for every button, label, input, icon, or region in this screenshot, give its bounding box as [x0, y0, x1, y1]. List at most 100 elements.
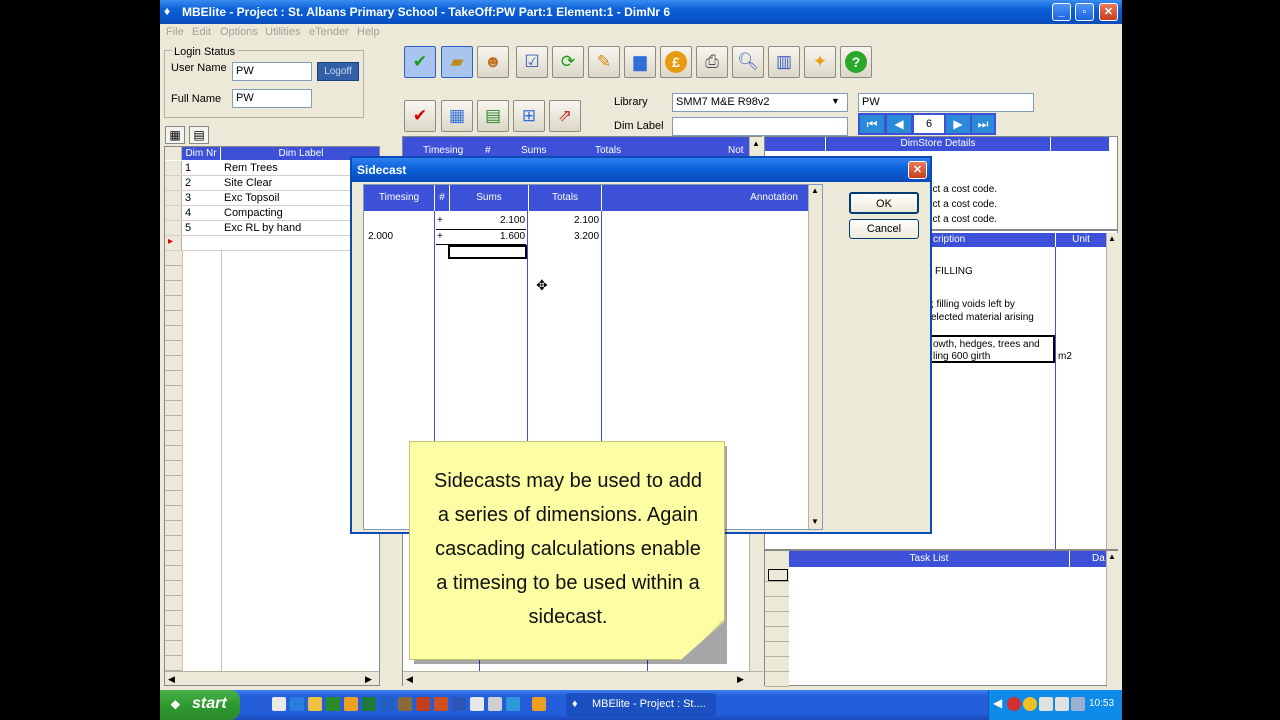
tray-icon[interactable]: [1007, 697, 1021, 711]
start-button[interactable]: ❖ start: [160, 690, 240, 720]
dim-label-field[interactable]: [672, 117, 848, 136]
app-icon[interactable]: [416, 697, 430, 711]
powerpoint-icon[interactable]: [434, 697, 448, 711]
layout-icon[interactable]: ▥: [768, 46, 800, 78]
user-name-field[interactable]: PW: [232, 62, 312, 81]
tick-list-icon[interactable]: ✔: [404, 100, 436, 132]
logoff-button[interactable]: Logoff: [317, 62, 359, 81]
full-name-field[interactable]: PW: [232, 89, 312, 108]
menu-etender[interactable]: eTender: [309, 26, 349, 38]
vertical-scrollbar[interactable]: ▲ ▼: [808, 185, 822, 529]
table-row[interactable]: 5 Exc RL by hand: [165, 221, 379, 236]
notes-header[interactable]: Not: [728, 145, 744, 156]
menu-options[interactable]: Options: [220, 26, 258, 38]
print-preview-icon[interactable]: 🔍︎: [732, 46, 764, 78]
vertical-scrollbar[interactable]: ▲: [1106, 233, 1118, 549]
taskbar-item-mbelite[interactable]: ♦ MBElite - Project : St....: [566, 693, 716, 717]
checklist-icon[interactable]: ☑: [516, 46, 548, 78]
totals-header[interactable]: Totals: [595, 145, 621, 156]
word-icon[interactable]: [452, 697, 466, 711]
export-icon[interactable]: ⇗: [549, 100, 581, 132]
check-icon[interactable]: ✔: [404, 46, 436, 78]
tray-expand-icon[interactable]: ◀: [993, 696, 1002, 710]
scroll-left-icon[interactable]: ◀: [406, 674, 413, 685]
tray-icon[interactable]: [1023, 697, 1037, 711]
new-row[interactable]: ▸: [165, 236, 379, 251]
scroll-up-icon[interactable]: ▲: [752, 139, 760, 148]
tools-icon[interactable]: [488, 697, 502, 711]
outlook-icon[interactable]: [308, 697, 322, 711]
tray-icon[interactable]: [1055, 697, 1069, 711]
tray-icon[interactable]: [1039, 697, 1053, 711]
date-header: Da: [1070, 551, 1106, 567]
scroll-up-icon[interactable]: ▲: [1108, 552, 1116, 561]
last-record-icon[interactable]: ⏭: [972, 115, 994, 133]
menu-edit[interactable]: Edit: [192, 26, 211, 38]
edit-icon[interactable]: ✎: [588, 46, 620, 78]
scroll-up-icon[interactable]: ▲: [811, 186, 819, 195]
scroll-right-icon[interactable]: ▶: [365, 674, 372, 685]
menu-help[interactable]: Help: [357, 26, 380, 38]
sidecast-annotation-header[interactable]: Annotation: [602, 185, 810, 211]
maximize-button[interactable]: ▫: [1075, 3, 1094, 21]
books-icon[interactable]: ▤: [477, 100, 509, 132]
app-icon[interactable]: [470, 697, 484, 711]
excel-icon[interactable]: [362, 697, 376, 711]
double-arrow-icon[interactable]: [532, 697, 546, 711]
sidecast-totals-header[interactable]: Totals: [529, 185, 601, 211]
tools-icon[interactable]: ✦: [804, 46, 836, 78]
print-icon[interactable]: ⎙: [696, 46, 728, 78]
app-icon[interactable]: [326, 697, 340, 711]
users-icon[interactable]: ☻: [477, 46, 509, 78]
tree-icon[interactable]: ⊞: [513, 100, 545, 132]
help-icon[interactable]: ?: [840, 46, 872, 78]
move-cursor-icon: ✥: [536, 277, 548, 293]
sign-header[interactable]: #: [485, 145, 491, 156]
app-icon[interactable]: [506, 697, 520, 711]
table-row[interactable]: 1 Rem Trees: [165, 161, 379, 176]
table-row[interactable]: 4 Compacting: [165, 206, 379, 221]
sidecast-timesing-header[interactable]: Timesing: [364, 185, 434, 211]
next-record-icon[interactable]: ▶: [946, 115, 970, 133]
library-select[interactable]: SMM7 M&E R98v2: [672, 93, 848, 112]
calculator-icon[interactable]: ▦: [441, 100, 473, 132]
list-view-icon[interactable]: ▤: [189, 126, 209, 144]
cancel-button[interactable]: Cancel: [849, 219, 919, 239]
app-icon[interactable]: [398, 697, 412, 711]
dim-nr-field[interactable]: 6: [914, 115, 944, 133]
ie-icon[interactable]: [290, 697, 304, 711]
dim-nr-header[interactable]: Dim Nr: [182, 147, 220, 160]
first-record-icon[interactable]: ⏮: [860, 115, 884, 133]
scroll-left-icon[interactable]: ◀: [168, 674, 175, 685]
close-button[interactable]: ✕: [1099, 3, 1118, 21]
table-row[interactable]: 2 Site Clear: [165, 176, 379, 191]
menu-utilities[interactable]: Utilities: [265, 26, 300, 38]
sidecast-sums-header[interactable]: Sums: [450, 185, 528, 211]
scroll-down-icon[interactable]: ▼: [811, 517, 819, 526]
database-icon[interactable]: ▆: [624, 46, 656, 78]
horizontal-scrollbar[interactable]: ◀ ▶: [165, 671, 379, 685]
desktop-icon[interactable]: [272, 697, 286, 711]
sums-input-cell[interactable]: [448, 245, 527, 259]
sidecast-sign-header[interactable]: #: [435, 185, 449, 211]
refresh-icon[interactable]: ⟳: [552, 46, 584, 78]
folder-icon[interactable]: [344, 697, 358, 711]
ok-button[interactable]: OK: [849, 192, 919, 214]
volume-icon[interactable]: [1071, 697, 1085, 711]
open-folder-icon[interactable]: ▰: [441, 46, 473, 78]
dropdown-arrow-icon[interactable]: ▼: [831, 96, 840, 106]
dialog-close-button[interactable]: ✕: [908, 161, 927, 179]
timesing-header[interactable]: Timesing: [423, 145, 463, 156]
code-field[interactable]: PW: [858, 93, 1034, 112]
grid-view-icon[interactable]: ▦: [165, 126, 185, 144]
sums-header[interactable]: Sums: [521, 145, 547, 156]
menu-file[interactable]: File: [166, 26, 184, 38]
scroll-up-icon[interactable]: ▲: [1108, 234, 1116, 243]
scroll-right-icon[interactable]: ▶: [737, 674, 744, 685]
media-icon[interactable]: [380, 697, 394, 711]
table-row[interactable]: 3 Exc Topsoil: [165, 191, 379, 206]
prev-record-icon[interactable]: ◀: [887, 115, 911, 133]
minimize-button[interactable]: _: [1052, 3, 1071, 21]
pound-icon[interactable]: £: [660, 46, 692, 78]
task-row-selector[interactable]: [768, 569, 788, 581]
